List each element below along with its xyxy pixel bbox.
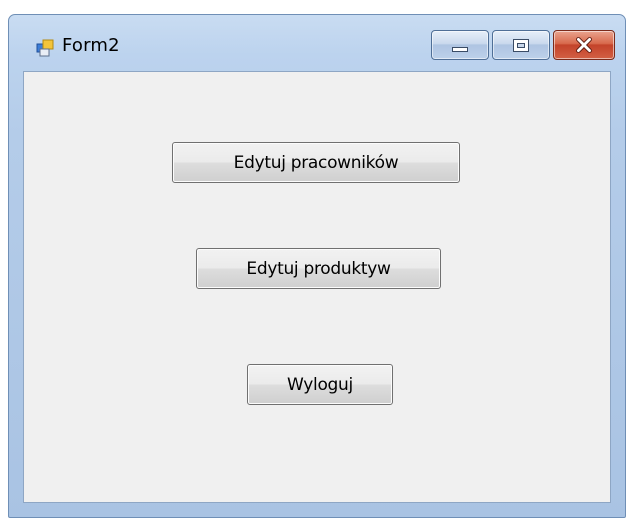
edit-employees-button[interactable]: Edytuj pracowników: [172, 142, 460, 183]
form-client-area: Edytuj pracowników Edytuj produktyw Wylo…: [23, 71, 611, 503]
minimize-button[interactable]: [431, 30, 489, 60]
title-bar[interactable]: Form2: [9, 15, 625, 77]
close-icon: [576, 37, 592, 53]
maximize-icon: [513, 39, 529, 52]
window-title: Form2: [62, 35, 120, 56]
minimize-icon: [452, 47, 468, 52]
edit-products-button[interactable]: Edytuj produktyw: [196, 248, 441, 289]
maximize-button[interactable]: [492, 30, 550, 60]
logout-button[interactable]: Wyloguj: [247, 364, 393, 405]
close-button[interactable]: [553, 30, 615, 60]
app-icon: [36, 39, 54, 57]
caption-buttons: [431, 30, 615, 62]
form2-window: Form2 Edytuj pracowników Edytuj produkty…: [8, 14, 626, 518]
